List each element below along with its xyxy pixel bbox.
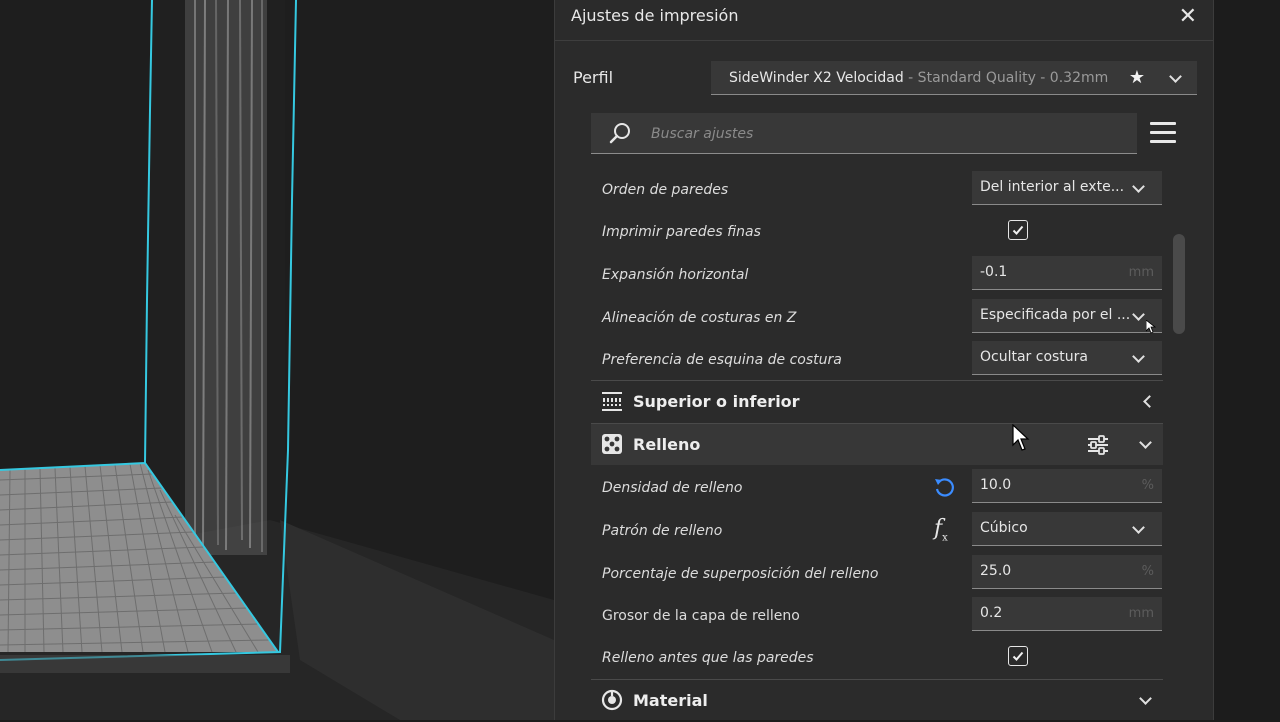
chevron-down-icon xyxy=(1139,424,1151,466)
unit-label: mm xyxy=(1128,265,1154,280)
category-material[interactable]: Material xyxy=(591,679,1163,721)
function-icon[interactable]: fx xyxy=(934,516,948,543)
setting-row-seam-corner: Preferencia de esquina de costura Oculta… xyxy=(591,339,1163,381)
top-bottom-icon xyxy=(602,392,622,411)
chevron-down-icon xyxy=(1132,341,1144,375)
unit-label: mm xyxy=(1128,606,1154,621)
seam-corner-dropdown[interactable]: Ocultar costura xyxy=(972,341,1162,375)
input-value: -0.1 xyxy=(980,264,1008,280)
dropdown-value: Ocultar costura xyxy=(980,349,1089,365)
category-top-bottom[interactable]: Superior o inferior xyxy=(591,380,1163,422)
setting-label: Preferencia de esquina de costura xyxy=(602,352,842,368)
infill-icon xyxy=(602,434,622,454)
chevron-left-icon xyxy=(1141,381,1153,423)
material-icon xyxy=(601,689,623,711)
checkmark-icon xyxy=(1012,225,1024,235)
unit-label: % xyxy=(1141,478,1154,493)
setting-label: Porcentaje de superposición del relleno xyxy=(602,566,879,582)
profile-printer-name: SideWinder X2 Velocidad xyxy=(729,70,904,86)
profile-selector[interactable]: SideWinder X2 Velocidad - Standard Quali… xyxy=(711,61,1197,95)
visibility-settings-icon[interactable] xyxy=(1087,434,1109,456)
horizontal-expansion-input[interactable]: -0.1 mm xyxy=(972,256,1162,290)
chevron-down-icon xyxy=(1132,512,1144,546)
chevron-down-icon xyxy=(1132,299,1144,333)
infill-overlap-input[interactable]: 25.0 % xyxy=(972,555,1162,589)
setting-label: Patrón de relleno xyxy=(602,523,723,539)
profile-quality: - Standard Quality - 0.32mm xyxy=(903,70,1109,86)
search-icon xyxy=(609,123,630,144)
setting-row-infill-overlap: Porcentaje de superposición del relleno … xyxy=(591,553,1163,595)
setting-label: Alineación de costuras en Z xyxy=(602,310,797,326)
setting-row-infill-layer-thickness: Grosor de la capa de relleno 0.2 mm xyxy=(591,595,1163,637)
close-button[interactable]: ✕ xyxy=(1179,4,1197,29)
input-value: 25.0 xyxy=(980,563,1012,579)
infill-layer-thickness-input[interactable]: 0.2 mm xyxy=(972,597,1162,631)
panel-header: Ajustes de impresión ✕ xyxy=(555,0,1213,41)
search-input[interactable] xyxy=(649,117,1113,151)
setting-row-wall-order: Orden de paredes Del interior al exte... xyxy=(591,169,1163,211)
z-seam-dropdown[interactable]: Especificada por el ... xyxy=(972,299,1162,333)
wall-order-dropdown[interactable]: Del interior al exte... xyxy=(972,171,1162,205)
setting-label: Relleno antes que las paredes xyxy=(602,650,814,666)
category-label: Relleno xyxy=(633,435,701,454)
setting-label: Expansión horizontal xyxy=(602,267,749,283)
panel-title: Ajustes de impresión xyxy=(571,6,739,25)
dropdown-value: Especificada por el ... xyxy=(980,307,1130,323)
chevron-down-icon xyxy=(1139,680,1151,722)
setting-row-thin-walls: Imprimir paredes finas xyxy=(591,217,1163,259)
input-value: 0.2 xyxy=(980,605,1003,621)
3d-viewport[interactable] xyxy=(0,0,554,720)
hamburger-menu-icon[interactable] xyxy=(1150,122,1176,144)
infill-density-input[interactable]: 10.0 % xyxy=(972,469,1162,503)
star-icon[interactable]: ★ xyxy=(1129,61,1145,94)
model-pillar xyxy=(185,0,267,555)
setting-label: Imprimir paredes finas xyxy=(602,224,761,240)
setting-row-horizontal-expansion: Expansión horizontal -0.1 mm xyxy=(591,254,1163,296)
setting-row-z-seam: Alineación de costuras en Z Especificada… xyxy=(591,297,1163,339)
search-box[interactable] xyxy=(591,113,1137,154)
setting-row-infill-pattern: Patrón de relleno fx Cúbico xyxy=(591,510,1163,552)
infill-pattern-dropdown[interactable]: Cúbico xyxy=(972,512,1162,546)
setting-label: Densidad de relleno xyxy=(602,480,743,496)
background-strip xyxy=(1214,0,1280,720)
reset-icon[interactable] xyxy=(933,476,955,498)
chevron-down-icon xyxy=(1132,171,1144,205)
viewport-scene xyxy=(0,0,554,720)
infill-before-walls-checkbox[interactable] xyxy=(1008,646,1028,666)
chevron-down-icon xyxy=(1169,61,1181,94)
thin-walls-checkbox[interactable] xyxy=(1008,220,1028,240)
category-label: Material xyxy=(633,691,708,710)
setting-label: Orden de paredes xyxy=(602,182,729,198)
profile-label: Perfil xyxy=(573,68,614,87)
dropdown-value: Cúbico xyxy=(980,520,1028,536)
setting-row-infill-density: Densidad de relleno 10.0 % xyxy=(591,467,1163,509)
checkmark-icon xyxy=(1012,651,1024,661)
setting-label: Grosor de la capa de relleno xyxy=(602,608,800,624)
input-value: 10.0 xyxy=(980,477,1012,493)
category-infill[interactable]: Relleno xyxy=(591,423,1163,465)
category-label: Superior o inferior xyxy=(633,392,800,411)
settings-scrollbar[interactable] xyxy=(1173,234,1185,334)
unit-label: % xyxy=(1141,564,1154,579)
print-settings-panel: Ajustes de impresión ✕ Perfil SideWinder… xyxy=(554,0,1214,720)
dropdown-value: Del interior al exte... xyxy=(980,179,1125,195)
